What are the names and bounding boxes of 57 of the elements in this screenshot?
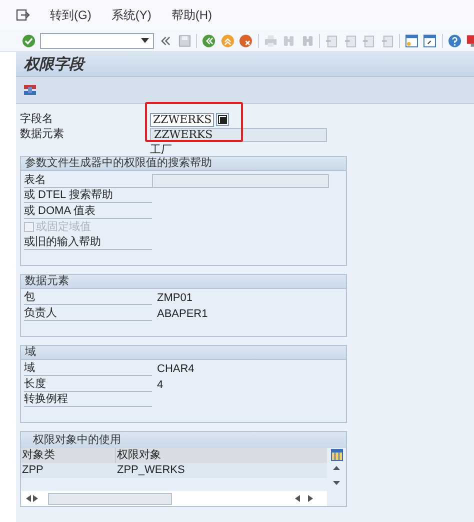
dropdown-icon[interactable] (141, 38, 150, 43)
field-value: 4 (156, 378, 164, 392)
monitor-icon[interactable] (466, 34, 474, 48)
screen-title: 权限字段 (24, 54, 84, 75)
scroll-right-icon[interactable] (308, 495, 313, 502)
field-label: 数据元素 (20, 126, 65, 142)
copy-icon (218, 115, 227, 124)
window-icon[interactable] (405, 34, 418, 48)
page-icon[interactable] (325, 34, 339, 48)
command-field[interactable] (40, 32, 154, 48)
exit-icon[interactable] (16, 9, 30, 21)
scroll-left-icon[interactable] (26, 495, 31, 502)
field-label: 或 DTEL 搜索帮助 (24, 189, 152, 204)
field-label: 域 (24, 362, 152, 376)
column-header[interactable]: 权限对象 (116, 448, 327, 463)
page-icon[interactable] (362, 34, 376, 48)
menu-item[interactable]: 帮助(H) (171, 6, 212, 24)
group-title: 参数文件生成器中的权限值的搜索帮助 (25, 156, 212, 172)
page-icon[interactable] (380, 34, 394, 48)
horizontal-scrollbar[interactable] (21, 491, 327, 506)
back-icon[interactable] (202, 34, 216, 48)
input-field[interactable]: ZZWERKS (150, 112, 214, 126)
field-value: ZMP01 (156, 291, 192, 306)
menu-item[interactable]: 转到(G) (50, 6, 92, 24)
menu-item[interactable]: 系统(Y) (111, 6, 152, 24)
group-title: 数据元素 (25, 274, 69, 289)
scroll-down-icon[interactable] (333, 481, 340, 485)
input-field[interactable] (152, 174, 329, 188)
field-label: 表名 (24, 174, 152, 188)
scroll-thumb[interactable] (48, 492, 172, 504)
field-value: CHAR4 (156, 362, 194, 377)
table-cell-text: ZPP (21, 463, 44, 478)
field-label: 包 (24, 291, 152, 306)
field-label: 或 DOMA 值表 (24, 204, 152, 219)
table-cell-text: ZPP_WERKS (116, 463, 186, 478)
group-title: 权限对象中的使用 (33, 432, 121, 448)
save-icon[interactable] (178, 34, 192, 48)
field-description: 工厂 (150, 143, 172, 156)
display-field: ZZWERKS (150, 128, 327, 142)
value-help-button[interactable] (216, 113, 229, 126)
page-icon[interactable] (344, 34, 358, 48)
column-settings-icon[interactable] (330, 449, 342, 461)
checkbox-label: 或固定域值 (36, 220, 91, 235)
cancel-icon[interactable] (239, 34, 253, 48)
field-value: ABAPER1 (156, 306, 208, 322)
field-label: 长度 (24, 378, 152, 392)
field-label: 或旧的输入帮助 (24, 236, 152, 250)
scroll-right-icon[interactable] (33, 495, 38, 502)
help-icon[interactable] (448, 34, 462, 48)
scroll-left-icon[interactable] (295, 495, 300, 502)
field-label: 负责人 (24, 306, 152, 321)
check-icon[interactable] (22, 34, 36, 48)
field-label: 转换例程 (24, 393, 152, 408)
window-icon[interactable] (423, 34, 437, 48)
group-title: 域 (25, 344, 36, 360)
scroll-up-icon[interactable] (333, 466, 340, 470)
field-label: 字段名 (20, 112, 54, 128)
